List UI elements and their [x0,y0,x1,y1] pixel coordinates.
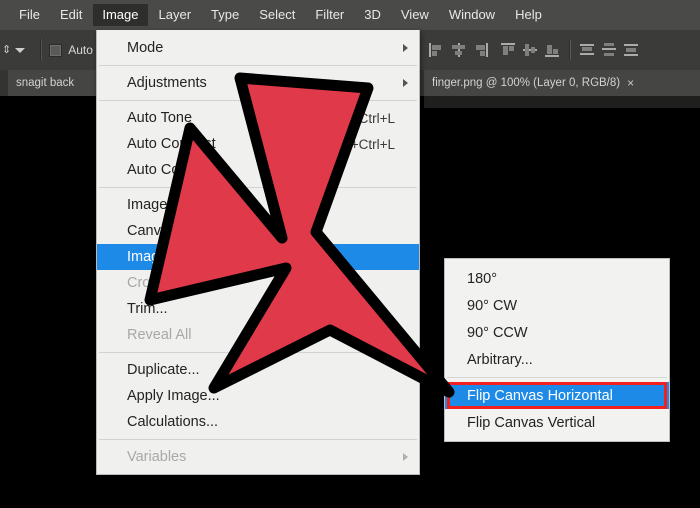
menu-item-reveal-all: Reveal All [97,322,419,348]
menubar-item-3d[interactable]: 3D [355,4,390,26]
menu-item-adjustments[interactable]: Adjustments [97,70,419,96]
submenu-item-180[interactable]: 180° [445,265,669,292]
menu-item-label: Mode [127,40,164,56]
document-tab-label: snagit back [16,77,75,89]
submenu-item-label: 90° CW [467,297,518,314]
submenu-item-arbitrary[interactable]: Arbitrary... [445,346,669,373]
submenu-item-90-cw[interactable]: 90° CW [445,292,669,319]
menubar-item-layer[interactable]: Layer [150,4,201,26]
canvas-top-strip [424,96,700,108]
menu-separator [99,65,417,66]
menu-item-label: Adjustments [127,75,207,91]
menubar-item-help[interactable]: Help [506,4,551,26]
options-left-group: ⇕ Auto [0,30,93,70]
menu-item-label: Reveal All [127,327,192,343]
submenu-item-label: Flip Canvas Vertical [467,414,596,431]
menu-item-label: Apply Image... [127,388,220,404]
photoshop-window: ⇕ Auto snagit back finger.png @ 100% (La… [0,0,700,508]
menu-item-label: Calculations... [127,414,219,430]
chevron-right-icon [403,44,408,52]
image-menu-dropdown: Mode Adjustments Auto Tone Shift+Ctrl+L … [96,30,420,475]
main-menu-bar: File Edit Image Layer Type Select Filter… [0,0,700,30]
menu-item-auto-contrast[interactable]: Auto Contrast Alt+Shift+Ctrl+L [97,131,419,157]
menu-item-shortcut: Shift+Ctrl+L [323,110,395,126]
align-right-edges-icon[interactable] [472,42,489,58]
submenu-item-flip-canvas-horizontal[interactable]: Flip Canvas Horizontal [445,382,669,409]
menubar-item-type[interactable]: Type [202,4,248,26]
auto-select-label: Auto [68,43,93,57]
menu-item-image-size[interactable]: Image Size... [97,192,419,218]
menu-separator [99,187,417,188]
menu-item-shortcut: Alt+Shift+Ctrl+L [300,136,395,152]
distribute-bottom-edges-icon[interactable] [623,42,640,58]
align-left-edges-icon[interactable] [428,42,445,58]
distribute-top-edges-icon[interactable] [579,42,596,58]
menu-item-label: Duplicate... [127,362,200,378]
auto-select-checkbox[interactable] [49,43,63,57]
align-vertical-centers-icon[interactable] [522,42,539,58]
menu-item-label: Auto Tone [127,110,193,126]
submenu-item-label: 90° CCW [467,324,528,341]
menu-item-auto-color[interactable]: Auto Color [97,157,419,183]
close-icon[interactable]: × [627,77,634,89]
align-top-edges-icon[interactable] [500,42,517,58]
menubar-item-edit[interactable]: Edit [51,4,91,26]
tool-preset-chevron-icon[interactable] [15,47,26,53]
menubar-item-select[interactable]: Select [250,4,304,26]
menubar-item-file[interactable]: File [10,4,49,26]
submenu-item-label: 180° [467,270,497,287]
align-horizontal-centers-icon[interactable] [450,42,467,58]
menu-item-label: Image Rotation [127,249,226,265]
submenu-item-flip-canvas-vertical[interactable]: Flip Canvas Vertical [445,409,669,436]
menu-item-auto-tone[interactable]: Auto Tone Shift+Ctrl+L [97,105,419,131]
submenu-separator [447,377,667,378]
menubar-item-filter[interactable]: Filter [306,4,353,26]
menu-item-trim[interactable]: Trim... [97,296,419,322]
menu-item-mode[interactable]: Mode [97,35,419,61]
menu-item-apply-image[interactable]: Apply Image... [97,383,419,409]
align-bottom-edges-icon[interactable] [544,42,561,58]
menu-item-image-rotation[interactable]: Image Rotation [97,244,419,270]
menu-item-label: Variables [127,449,187,465]
flip-horizontal-row: Flip Canvas Horizontal [445,382,669,409]
image-rotation-submenu: 180° 90° CW 90° CCW Arbitrary... Flip Ca… [444,258,670,442]
menu-item-variables: Variables [97,444,419,470]
menu-item-label: Auto Color [127,162,196,178]
chevron-right-icon [403,453,408,461]
menubar-item-window[interactable]: Window [440,4,504,26]
menu-separator [99,100,417,101]
move-tool-icon[interactable]: ⇕ [2,44,11,55]
menubar-item-view[interactable]: View [392,4,438,26]
menu-item-crop: Crop [97,270,419,296]
menu-item-calculations[interactable]: Calculations... [97,409,419,435]
menu-item-duplicate[interactable]: Duplicate... [97,357,419,383]
distribute-vertical-centers-icon[interactable] [601,42,618,58]
document-tab-finger[interactable]: finger.png @ 100% (Layer 0, RGB/8) × [424,70,700,96]
menubar-item-image[interactable]: Image [93,4,148,26]
submenu-item-90-ccw[interactable]: 90° CCW [445,319,669,346]
submenu-item-label: Arbitrary... [467,351,533,368]
document-tab-label: finger.png @ 100% (Layer 0, RGB/8) [432,77,621,89]
menu-item-label: Auto Contrast [127,136,216,152]
menu-item-label: Trim... [127,301,168,317]
menu-separator [99,352,417,353]
toolbar-divider [40,39,43,61]
menu-item-label: Canvas Size... [127,223,221,239]
menu-separator [99,439,417,440]
menu-item-label: Image Size... [127,197,212,213]
align-tools-group [428,30,645,70]
submenu-item-label: Flip Canvas Horizontal [467,387,613,404]
align-distribute-divider [569,40,571,60]
menu-item-canvas-size[interactable]: Canvas Size... [97,218,419,244]
chevron-right-icon [403,79,408,87]
menu-item-label: Crop [127,275,159,291]
